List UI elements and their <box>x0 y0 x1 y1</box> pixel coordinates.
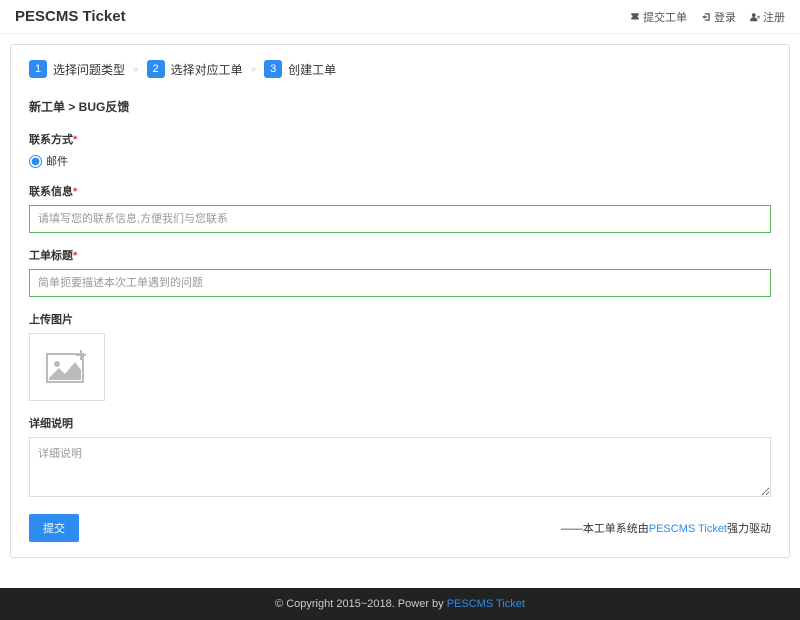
ticket-title-group: 工单标题* <box>29 247 771 297</box>
login-label: 登录 <box>714 9 736 25</box>
login-icon <box>701 12 711 22</box>
footer-link[interactable]: PESCMS Ticket <box>447 598 525 610</box>
contact-method-label: 联系方式* <box>29 131 771 147</box>
image-placeholder-icon <box>45 348 89 386</box>
contact-info-group: 联系信息* <box>29 183 771 233</box>
required-mark: * <box>73 250 77 262</box>
step-3-label: 创建工单 <box>288 61 336 78</box>
contact-method-radio-row: 邮件 <box>29 153 771 169</box>
step-indicator: 1 选择问题类型 » 2 选择对应工单 » 3 创建工单 <box>29 60 771 78</box>
step-3[interactable]: 3 创建工单 <box>264 60 336 78</box>
breadcrumb: 新工单 > BUG反馈 <box>29 98 771 115</box>
step-1-num: 1 <box>29 60 47 78</box>
step-2[interactable]: 2 选择对应工单 <box>147 60 243 78</box>
contact-method-email-label: 邮件 <box>46 153 68 169</box>
ticket-title-label: 工单标题* <box>29 247 771 263</box>
form-footer: 提交 ——本工单系统由PESCMS Ticket强力驱动 <box>29 514 771 542</box>
submit-ticket-label: 提交工单 <box>643 9 687 25</box>
form-panel: 1 选择问题类型 » 2 选择对应工单 » 3 创建工单 新工单 > BUG反馈… <box>10 44 790 558</box>
contact-info-input[interactable] <box>29 205 771 233</box>
step-2-label: 选择对应工单 <box>171 61 243 78</box>
detail-textarea[interactable] <box>29 437 771 497</box>
upload-image-button[interactable] <box>29 333 105 401</box>
required-mark: * <box>73 134 77 146</box>
register-icon <box>750 12 760 22</box>
navbar: PESCMS Ticket 提交工单 登录 注册 <box>0 0 800 34</box>
nav-right: 提交工单 登录 注册 <box>630 9 785 25</box>
required-mark: * <box>73 186 77 198</box>
page-footer: © Copyright 2015~2018. Power by PESCMS T… <box>0 588 800 620</box>
register-label: 注册 <box>763 9 785 25</box>
ticket-icon <box>630 12 640 22</box>
login-link[interactable]: 登录 <box>701 9 736 25</box>
contact-method-email-radio[interactable] <box>29 155 42 168</box>
main-container: 1 选择问题类型 » 2 选择对应工单 » 3 创建工单 新工单 > BUG反馈… <box>0 34 800 568</box>
footer-text: © Copyright 2015~2018. Power by <box>275 598 447 610</box>
upload-label: 上传图片 <box>29 311 771 327</box>
credit-text: ——本工单系统由PESCMS Ticket强力驱动 <box>561 520 771 536</box>
step-separator: » <box>251 64 257 75</box>
step-1[interactable]: 1 选择问题类型 <box>29 60 125 78</box>
submit-ticket-link[interactable]: 提交工单 <box>630 9 687 25</box>
brand-title: PESCMS Ticket <box>15 8 126 25</box>
step-3-num: 3 <box>264 60 282 78</box>
detail-group: 详细说明 <box>29 415 771 500</box>
register-link[interactable]: 注册 <box>750 9 785 25</box>
step-2-num: 2 <box>147 60 165 78</box>
submit-button[interactable]: 提交 <box>29 514 79 542</box>
step-1-label: 选择问题类型 <box>53 61 125 78</box>
step-separator: » <box>133 64 139 75</box>
credit-link[interactable]: PESCMS Ticket <box>649 523 727 535</box>
ticket-title-input[interactable] <box>29 269 771 297</box>
contact-method-group: 联系方式* 邮件 <box>29 131 771 169</box>
detail-label: 详细说明 <box>29 415 771 431</box>
upload-group: 上传图片 <box>29 311 771 401</box>
contact-info-label: 联系信息* <box>29 183 771 199</box>
